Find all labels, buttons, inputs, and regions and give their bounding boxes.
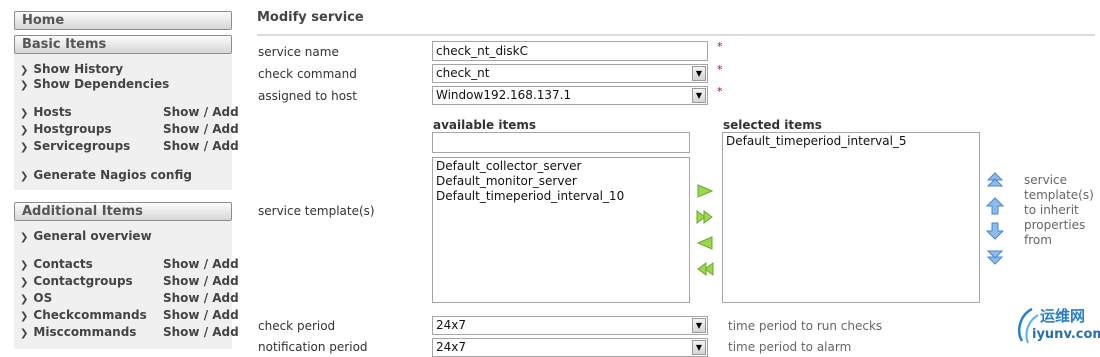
check-command-select[interactable]: check_nt ▼ <box>432 64 708 83</box>
chevron-right-icon: ❯ <box>20 125 29 136</box>
remove-selected-arrow-icon[interactable] <box>696 234 714 252</box>
chevron-right-icon: ❯ <box>20 80 29 91</box>
sidebar-home-link[interactable]: Home <box>14 11 232 30</box>
sidebar-item-checkcommands[interactable]: ❯ Checkcommands <box>20 308 147 324</box>
service-template-hint: service template(s) to inherit propertie… <box>1024 173 1094 247</box>
chevron-right-icon: ❯ <box>20 232 29 243</box>
show-history-link[interactable]: ❯ Show History <box>20 62 123 78</box>
list-item[interactable]: Default_timeperiod_interval_5 <box>726 134 976 149</box>
check-period-select[interactable]: 24x7 ▼ <box>432 316 708 335</box>
notification-period-hint: time period to alarm <box>728 340 852 354</box>
chevron-right-icon: ❯ <box>20 108 29 119</box>
service-template-label: service template(s) <box>258 204 375 218</box>
list-item[interactable]: Default_timeperiod_interval_10 <box>436 189 686 204</box>
sidebar-item-misccommands[interactable]: ❯ Misccommands <box>20 325 136 341</box>
site-watermark: 运维网 iyunv.com <box>1014 303 1100 347</box>
sidebar-item-contacts[interactable]: ❯ Contacts <box>20 257 93 273</box>
hosts-show-add-link[interactable]: Show / Add <box>163 105 239 119</box>
available-items-list[interactable]: Default_collector_server Default_monitor… <box>432 157 690 303</box>
sidebar: Home Basic Items ❯ Show History ❯ Show Dep… <box>0 0 240 349</box>
watermark-title: 运维网 <box>1040 307 1086 325</box>
available-items-filter-input[interactable] <box>432 132 690 153</box>
move-bottom-arrow-icon[interactable] <box>986 247 1004 265</box>
sidebar-item-hostgroups[interactable]: ❯ Hostgroups <box>20 122 112 138</box>
additional-items-header: Additional Items <box>14 202 232 221</box>
chevron-right-icon: ❯ <box>20 260 29 271</box>
chevron-right-icon: ❯ <box>20 328 29 339</box>
checkcommands-show-add-link[interactable]: Show / Add <box>163 308 239 322</box>
chevron-right-icon: ❯ <box>20 171 29 182</box>
assigned-host-select[interactable]: Window192.168.137.1 ▼ <box>432 86 708 105</box>
selected-items-list[interactable]: Default_timeperiod_interval_5 <box>722 132 980 303</box>
dropdown-arrow-icon: ▼ <box>692 88 706 103</box>
remove-all-arrow-icon[interactable] <box>696 260 714 278</box>
os-show-add-link[interactable]: Show / Add <box>163 291 239 305</box>
general-overview-link[interactable]: ❯ General overview <box>20 229 152 245</box>
list-item[interactable]: Default_collector_server <box>436 159 686 174</box>
dropdown-arrow-icon: ▼ <box>692 318 706 333</box>
page-title: Modify service <box>257 10 364 25</box>
check-period-hint: time period to run checks <box>728 319 883 333</box>
basic-items-header: Basic Items <box>14 35 232 54</box>
show-dependencies-link[interactable]: ❯ Show Dependencies <box>20 77 169 93</box>
chevron-right-icon: ❯ <box>20 65 29 76</box>
selected-items-header: selected items <box>723 118 822 132</box>
dropdown-arrow-icon: ▼ <box>692 66 706 81</box>
required-marker: * <box>717 85 723 98</box>
add-selected-arrow-icon[interactable] <box>696 182 714 200</box>
add-all-arrow-icon[interactable] <box>696 208 714 226</box>
misccommands-show-add-link[interactable]: Show / Add <box>163 325 239 339</box>
modify-service-form: Modify service service name check_nt_dis… <box>240 0 1100 357</box>
check-period-label: check period <box>258 319 336 333</box>
move-top-arrow-icon[interactable] <box>986 172 1004 190</box>
sidebar-item-servicegroups[interactable]: ❯ Servicegroups <box>20 139 130 155</box>
notification-period-label: notification period <box>258 340 368 354</box>
required-marker: * <box>717 63 723 76</box>
check-command-label: check command <box>258 67 357 81</box>
sidebar-item-hosts[interactable]: ❯ Hosts <box>20 105 72 121</box>
notification-period-select[interactable]: 24x7 ▼ <box>432 338 708 357</box>
move-up-arrow-icon[interactable] <box>986 197 1004 215</box>
service-name-label: service name <box>258 45 339 59</box>
move-down-arrow-icon[interactable] <box>986 222 1004 240</box>
generate-nagios-config-link[interactable]: ❯ Generate Nagios config <box>20 168 192 184</box>
sidebar-item-os[interactable]: ❯ OS <box>20 291 52 307</box>
title-divider <box>257 34 1095 36</box>
contactgroups-show-add-link[interactable]: Show / Add <box>163 274 239 288</box>
assigned-host-label: assigned to host <box>258 89 357 103</box>
dropdown-arrow-icon: ▼ <box>692 340 706 355</box>
chevron-right-icon: ❯ <box>20 311 29 322</box>
hostgroups-show-add-link[interactable]: Show / Add <box>163 122 239 136</box>
contacts-show-add-link[interactable]: Show / Add <box>163 257 239 271</box>
list-item[interactable]: Default_monitor_server <box>436 174 686 189</box>
required-marker: * <box>717 40 723 53</box>
watermark-url: iyunv.com <box>1032 327 1100 342</box>
chevron-right-icon: ❯ <box>20 142 29 153</box>
available-items-header: available items <box>433 118 536 132</box>
service-name-input[interactable]: check_nt_diskC <box>432 41 708 61</box>
servicegroups-show-add-link[interactable]: Show / Add <box>163 139 239 153</box>
sidebar-item-contactgroups[interactable]: ❯ Contactgroups <box>20 274 133 290</box>
chevron-right-icon: ❯ <box>20 294 29 305</box>
chevron-right-icon: ❯ <box>20 277 29 288</box>
